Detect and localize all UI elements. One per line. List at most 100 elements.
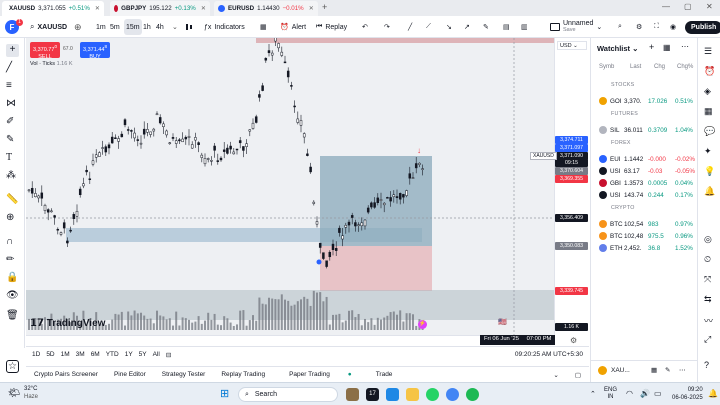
trendline-icon[interactable]: ╱ bbox=[6, 62, 19, 75]
trendline-icon[interactable]: ╱ bbox=[408, 19, 412, 35]
timeframe-4h[interactable]: 4h bbox=[156, 19, 164, 35]
pulse-icon[interactable]: 〰 bbox=[704, 314, 713, 327]
range-6m[interactable]: 6M bbox=[91, 351, 100, 358]
calendar-icon[interactable]: ▦ bbox=[704, 106, 713, 117]
flag-icon[interactable]: 🇺🇸 bbox=[498, 318, 507, 326]
watchlist-icon[interactable]: ☰ bbox=[704, 46, 712, 57]
speaker-icon[interactable]: 🔊 bbox=[640, 389, 650, 398]
alarm-icon[interactable]: ⏰ bbox=[704, 66, 715, 77]
tab-gbpjpy[interactable]: GBPJPY 195.122 +0.13% ✕ bbox=[110, 1, 210, 16]
undo-icon[interactable]: ↶ bbox=[362, 19, 368, 35]
close-window-icon[interactable]: ✕ bbox=[706, 2, 713, 11]
maximize-icon[interactable]: ▢ bbox=[684, 2, 692, 11]
grid-icon[interactable]: ▦ bbox=[651, 366, 657, 374]
help-icon[interactable]: ? bbox=[704, 360, 709, 370]
watchlist-row[interactable]: ETH 2,452. 36.8 1.52% bbox=[591, 242, 698, 255]
spotify-icon[interactable] bbox=[466, 388, 479, 401]
close-icon[interactable]: ✕ bbox=[309, 5, 314, 12]
range-1y[interactable]: 1Y bbox=[125, 351, 133, 358]
ray-icon[interactable]: ⟋ bbox=[426, 19, 431, 35]
watchlist-section-futures[interactable]: FUTURES bbox=[611, 111, 638, 117]
long-position-icon[interactable]: ▤ bbox=[503, 19, 510, 35]
tradingview-watermark[interactable]: 𝟭𝟳 TradingView bbox=[30, 318, 105, 329]
col-symbol[interactable]: Symb bbox=[599, 64, 614, 70]
taskbar-search-input[interactable]: ⌕ Search bbox=[238, 387, 338, 402]
sell-button[interactable]: 3,370.770 SELL bbox=[30, 42, 60, 60]
redo-icon[interactable]: ↷ bbox=[384, 19, 390, 35]
currency-selector[interactable]: USD ⌄ bbox=[557, 41, 587, 50]
sell-arrow-icon[interactable]: ↘ bbox=[446, 19, 452, 35]
fullscreen-icon[interactable]: ⛶ bbox=[654, 19, 659, 35]
tab-replay-trading[interactable]: Replay Trading bbox=[213, 371, 273, 378]
tab-strategy-tester[interactable]: Strategy Tester bbox=[154, 371, 214, 378]
more-icon[interactable]: ⋯ bbox=[679, 366, 686, 374]
timeframe-15m[interactable]: 15m bbox=[124, 19, 142, 35]
timeframe-5m[interactable]: 5m bbox=[110, 19, 120, 35]
go-to-date-icon[interactable]: ⊟ bbox=[166, 351, 171, 359]
tab-pine-editor[interactable]: Pine Editor bbox=[106, 371, 154, 378]
settings-gear-icon[interactable]: ⚙ bbox=[570, 336, 577, 345]
camera-icon[interactable]: ◉ bbox=[670, 19, 676, 35]
bell-icon[interactable]: 🔔 bbox=[704, 186, 715, 197]
edit-icon[interactable]: ✎ bbox=[665, 366, 670, 374]
tab-trade[interactable]: Trade bbox=[368, 371, 401, 378]
list-icon[interactable]: ▦ bbox=[663, 43, 671, 52]
replay-button[interactable]: ⏮ Replay bbox=[316, 19, 347, 35]
tab-paper-trading[interactable]: Paper Trading ● bbox=[273, 371, 368, 378]
tab-crypto-screener[interactable]: Crypto Pairs Screener bbox=[26, 371, 106, 378]
compare-plus-icon[interactable]: ⊕ bbox=[74, 19, 82, 35]
lightning-event-icon[interactable]: ⚡ bbox=[418, 320, 427, 329]
weather-icon[interactable]: 🌤 bbox=[8, 388, 21, 399]
price-scale[interactable]: USD ⌄ 3,374.711 3,371.097 3,371.090 09:1… bbox=[554, 38, 589, 335]
brush-icon[interactable]: ✐ bbox=[6, 116, 19, 129]
indicators-button[interactable]: ƒx Indicators bbox=[204, 19, 245, 35]
watchlist-row[interactable]: GOI 3,370. 17.026 0.51% bbox=[591, 95, 698, 108]
chart-pane[interactable]: ↓ 3,370.770 SELL 67.0 3,371.448 BUY Vol … bbox=[26, 38, 554, 335]
magnet-icon[interactable]: ∩ bbox=[6, 236, 19, 249]
lock-icon[interactable]: 🔒 bbox=[6, 272, 19, 285]
publish-button[interactable]: Publish bbox=[685, 21, 720, 34]
file-explorer-icon[interactable] bbox=[406, 388, 419, 401]
range-1m[interactable]: 1M bbox=[61, 351, 70, 358]
text-tool-icon[interactable]: T bbox=[6, 152, 19, 165]
buy-arrow-icon[interactable]: ↗ bbox=[464, 19, 470, 35]
battery-icon[interactable]: ▭ bbox=[654, 389, 662, 398]
horizontal-lines-icon[interactable]: ≡ bbox=[6, 80, 19, 93]
lock-drawing-icon[interactable]: ✏ bbox=[6, 254, 19, 267]
crosshair-icon[interactable]: + bbox=[6, 44, 19, 57]
alarm-icon[interactable]: ⏲ bbox=[704, 254, 711, 265]
pen-icon[interactable]: ✎ bbox=[6, 134, 19, 147]
more-icon[interactable]: ⋯ bbox=[681, 42, 689, 51]
add-symbol-icon[interactable]: + bbox=[649, 42, 654, 52]
range-3m[interactable]: 3M bbox=[76, 351, 85, 358]
maximize-panel-icon[interactable]: ▢ bbox=[567, 371, 589, 379]
supply-zone[interactable] bbox=[256, 38, 554, 43]
system-clock[interactable]: 09:20 06-06-2025 bbox=[672, 386, 703, 402]
whatsapp-icon[interactable] bbox=[426, 388, 439, 401]
close-icon[interactable]: ✕ bbox=[201, 5, 206, 12]
watchlist-row[interactable]: USI 143.74 0.244 0.17% bbox=[591, 189, 698, 202]
watchlist-row[interactable]: SIL 36.011 0.3709 1.04% bbox=[591, 124, 698, 137]
shuffle-icon[interactable]: ⤧ bbox=[704, 274, 711, 285]
entry-marker[interactable] bbox=[316, 259, 322, 265]
col-change-pct[interactable]: Chg% bbox=[677, 64, 693, 70]
tab-eurusd[interactable]: EURUSD 1.14430 −0.01% ✕ bbox=[214, 1, 318, 16]
trash-icon[interactable]: 🗑 bbox=[6, 310, 19, 323]
watchlist-title[interactable]: Watchlist ⌄ bbox=[597, 44, 638, 53]
time-axis[interactable] bbox=[26, 335, 554, 346]
pen-icon[interactable]: ✎ bbox=[483, 19, 489, 35]
language-indicator[interactable]: ENG IN bbox=[604, 387, 617, 401]
search-icon[interactable]: ⌕ bbox=[618, 19, 622, 35]
timeframe-1h[interactable]: 1h bbox=[143, 19, 151, 35]
edge-icon[interactable] bbox=[386, 388, 399, 401]
short-position-icon[interactable]: ▥ bbox=[521, 19, 528, 35]
windows-start-icon[interactable]: ⊞ bbox=[220, 387, 229, 400]
chevron-up-icon[interactable]: ⌃ bbox=[590, 390, 596, 398]
watchlist-section-stocks[interactable]: STOCKS bbox=[611, 82, 634, 88]
alert-button[interactable]: ⏰ Alert bbox=[280, 19, 306, 35]
ideas-icon[interactable]: ✦ bbox=[704, 146, 712, 157]
close-icon[interactable]: ✕ bbox=[95, 5, 100, 12]
hierarchy-icon[interactable]: ⁂ bbox=[6, 170, 19, 183]
minimize-icon[interactable]: — bbox=[662, 2, 670, 11]
symbol-details-footer[interactable]: XAU... ▦ ✎ ⋯ bbox=[591, 360, 698, 380]
